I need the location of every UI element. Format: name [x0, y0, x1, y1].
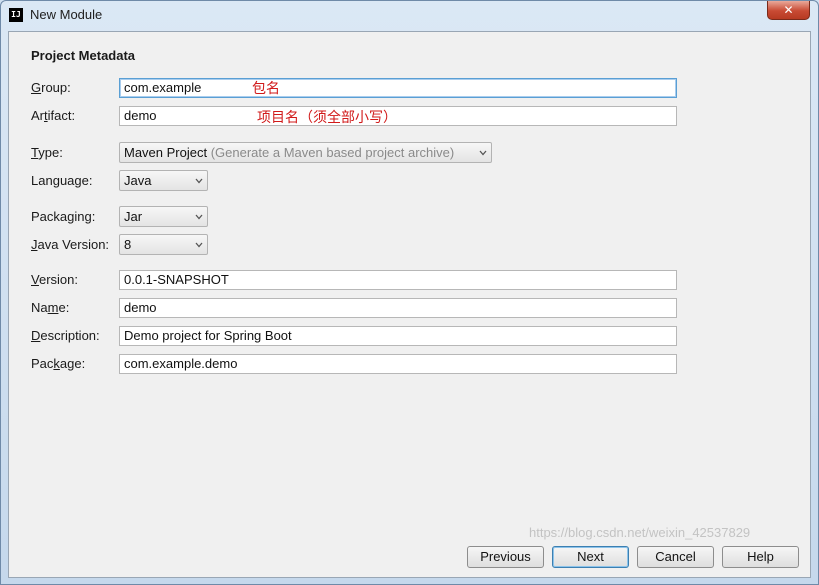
version-input[interactable]: 0.0.1-SNAPSHOT [119, 270, 677, 290]
artifact-input[interactable]: demo [119, 106, 677, 126]
close-icon: ✕ [783, 3, 794, 17]
packaging-select[interactable]: Jar [119, 206, 208, 227]
help-button[interactable]: Help [722, 546, 799, 568]
type-select-value: Maven Project [124, 145, 208, 160]
next-button[interactable]: Next [552, 546, 629, 568]
description-input[interactable]: Demo project for Spring Boot [119, 326, 677, 346]
java-version-select-value: 8 [124, 237, 132, 252]
close-button[interactable]: ✕ [767, 1, 810, 20]
cancel-button[interactable]: Cancel [637, 546, 714, 568]
packaging-select-value: Jar [124, 209, 143, 224]
java-version-select[interactable]: 8 [119, 234, 208, 255]
chevron-down-icon [195, 178, 203, 184]
window-title: New Module [30, 7, 103, 22]
intellij-app-icon: IJ [9, 8, 23, 22]
package-label: Package: [31, 356, 86, 371]
group-annotation: 包名 [252, 81, 280, 97]
type-label: Type: [31, 145, 63, 160]
artifact-annotation: 项目名（须全部小写） [257, 110, 397, 126]
artifact-label: Artifact: [31, 108, 76, 123]
version-label: Version: [31, 272, 78, 287]
name-label: Name: [31, 300, 70, 315]
type-select-hint: (Generate a Maven based project archive) [210, 145, 455, 160]
packaging-label: Packaging: [31, 209, 96, 224]
new-module-dialog: IJ New Module ✕ Project Metadata Group: … [0, 0, 819, 585]
section-title: Project Metadata [31, 48, 136, 63]
group-input[interactable]: com.example [119, 78, 677, 98]
watermark-text: https://blog.csdn.net/weixin_42537829 [529, 525, 751, 540]
type-select[interactable]: Maven Project (Generate a Maven based pr… [119, 142, 492, 163]
language-select-value: Java [124, 173, 152, 188]
chevron-down-icon [195, 214, 203, 220]
language-select[interactable]: Java [119, 170, 208, 191]
previous-button[interactable]: Previous [467, 546, 544, 568]
title-bar[interactable]: IJ New Module ✕ [1, 1, 818, 29]
name-input[interactable]: demo [119, 298, 677, 318]
language-label: Language: [31, 173, 93, 188]
group-label: Group: [31, 80, 71, 95]
java-version-label: Java Version: [31, 237, 110, 252]
chevron-down-icon [479, 150, 487, 156]
package-input[interactable]: com.example.demo [119, 354, 677, 374]
chevron-down-icon [195, 242, 203, 248]
description-label: Description: [31, 328, 100, 343]
dialog-content: Project Metadata Group: com.example 包名 A… [8, 31, 811, 578]
